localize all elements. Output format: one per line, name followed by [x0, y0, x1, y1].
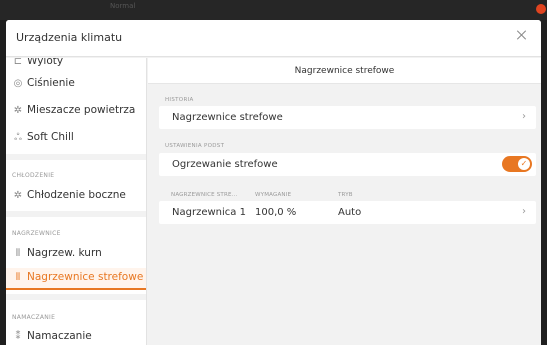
- sidebar: ⊏ Wyloty ◎ Ciśnienie ✲ Mieszacze powietr…: [6, 58, 147, 345]
- heater-icon: ⫴: [15, 272, 21, 283]
- column-header-demand: WYMAGANIE: [255, 192, 292, 198]
- dialog-title: Urządzenia klimatu: [16, 31, 123, 44]
- sidebar-item-label: Soft Chill: [27, 131, 74, 143]
- chevron-right-icon: ›: [522, 206, 526, 217]
- sidebar-item-label: Chłodzenie boczne: [27, 189, 126, 201]
- heater-name: Nagrzewnica 1: [172, 207, 246, 218]
- zone-heating-label: Ogrzewanie strefowe: [172, 159, 278, 170]
- soft-chill-icon: ஃ: [14, 132, 22, 143]
- section-title-humid: NAMACZANIE: [12, 314, 56, 321]
- main-content: Nagrzewnice strefowe HISTORIA Nagrzewnic…: [148, 58, 541, 345]
- column-header-name: NAGRZEWNICE STRE...: [171, 192, 238, 198]
- section-divider: [6, 211, 146, 217]
- background-app-bar: Normal: [0, 0, 547, 20]
- close-icon[interactable]: [515, 29, 529, 43]
- heater-mode: Auto: [338, 207, 362, 218]
- section-divider: [6, 154, 146, 160]
- section-divider: [6, 294, 146, 300]
- section-title-settings: USTAWIENIA PODST: [165, 143, 225, 149]
- climate-devices-dialog: Urządzenia klimatu ⊏ Wyloty ◎ Ciśnienie …: [6, 20, 541, 345]
- column-header-mode: TRYB: [338, 192, 353, 198]
- notification-dot: [536, 4, 546, 14]
- heater-demand: 100,0 %: [255, 207, 297, 218]
- sidebar-item-soft-chill[interactable]: ஃ Soft Chill: [6, 128, 146, 150]
- table-row[interactable]: Nagrzewnica 1 100,0 % Auto ›: [159, 201, 536, 224]
- fan-icon: ✲: [13, 105, 23, 116]
- sidebar-item-namaczanie[interactable]: ⁑ Namaczanie: [6, 327, 146, 345]
- pressure-icon: ◎: [13, 78, 23, 89]
- history-row-label: Nagrzewnice strefowe: [172, 112, 283, 123]
- sidebar-item-label: Nagrzew. kurn: [27, 247, 102, 259]
- page-title: Nagrzewnice strefowe: [148, 58, 541, 84]
- section-title-heaters: NAGRZEWNICE: [12, 230, 61, 237]
- humidify-icon: ⁑: [15, 331, 21, 342]
- fan-icon: ✲: [13, 190, 23, 201]
- sidebar-item-mieszacze[interactable]: ✲ Mieszacze powietrza: [6, 101, 146, 123]
- sidebar-item-label: Nagrzewnice strefowe: [27, 271, 144, 283]
- sidebar-item-chlodzenie-boczne[interactable]: ✲ Chłodzenie boczne: [6, 186, 146, 208]
- history-row[interactable]: Nagrzewnice strefowe ›: [159, 106, 536, 129]
- active-indicator: [6, 288, 146, 290]
- sidebar-item-label: Ciśnienie: [27, 77, 75, 89]
- sidebar-item-wyloty[interactable]: ⊏ Wyloty: [6, 58, 146, 74]
- check-icon: ✓: [518, 158, 530, 170]
- background-app-title: Normal: [110, 2, 136, 10]
- sidebar-item-nagrzewnice-strefowe[interactable]: ⫴ Nagrzewnice strefowe: [6, 268, 146, 290]
- sidebar-item-label: Wyloty: [27, 58, 64, 67]
- sidebar-item-label: Namaczanie: [27, 330, 92, 342]
- zone-heating-toggle[interactable]: ✓: [502, 156, 532, 172]
- section-title-cooling: CHŁODZENIE: [12, 172, 55, 179]
- sidebar-item-cisnienie[interactable]: ◎ Ciśnienie: [6, 74, 146, 96]
- heater-icon: ⫴: [15, 248, 21, 259]
- dialog-header: Urządzenia klimatu: [6, 20, 541, 57]
- vent-icon: ⊏: [13, 58, 23, 67]
- sidebar-item-label: Mieszacze powietrza: [27, 104, 136, 116]
- sidebar-item-nagrzew-kurn[interactable]: ⫴ Nagrzew. kurn: [6, 244, 146, 266]
- section-title-history: HISTORIA: [165, 97, 194, 103]
- zone-heating-row: Ogrzewanie strefowe ✓: [159, 153, 536, 176]
- chevron-right-icon: ›: [522, 111, 526, 122]
